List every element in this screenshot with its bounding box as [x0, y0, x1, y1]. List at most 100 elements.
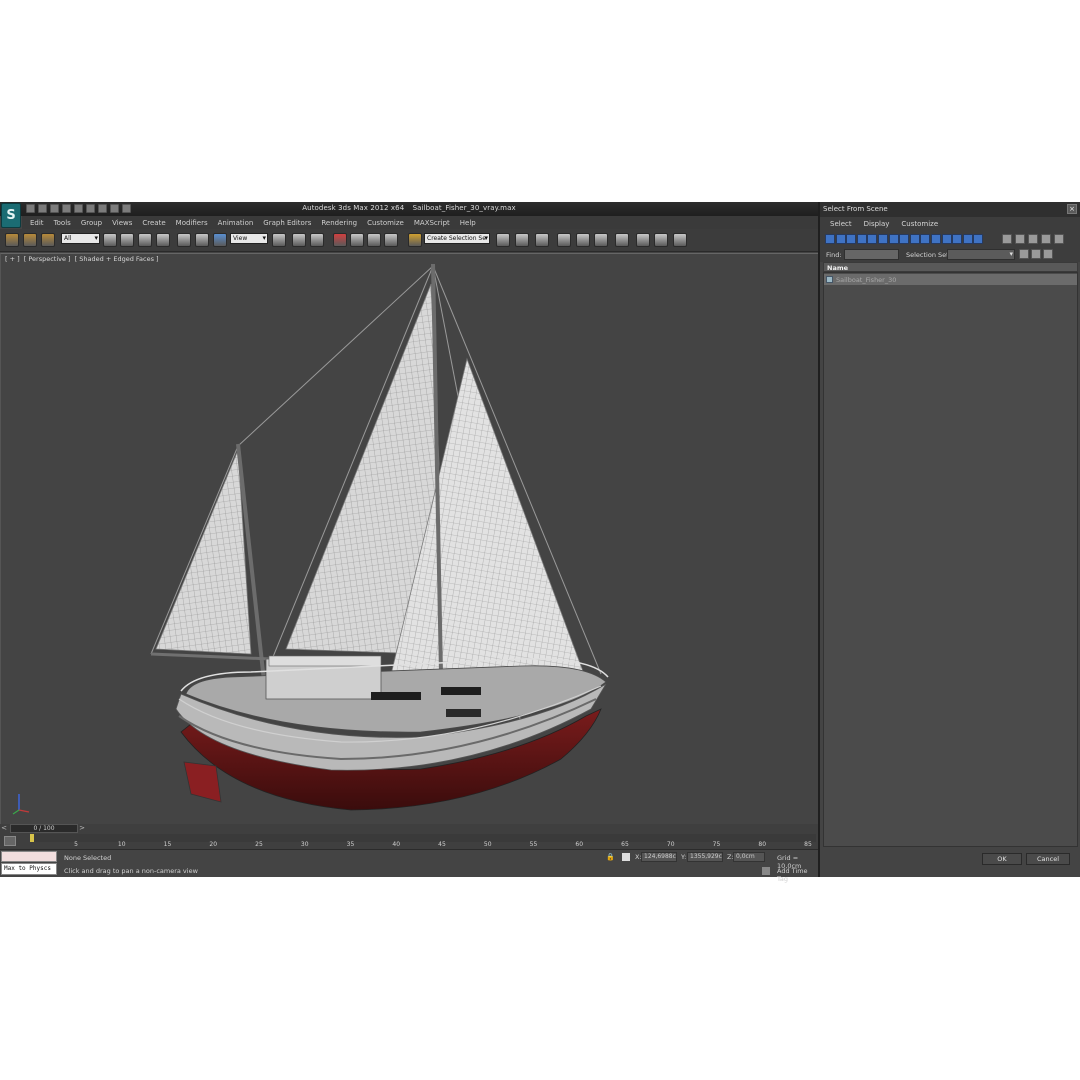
- menu-help[interactable]: Help: [460, 219, 476, 227]
- percent-snap-icon[interactable]: [367, 233, 381, 247]
- angle-snap-icon[interactable]: [350, 233, 364, 247]
- display-lights-icon[interactable]: [846, 234, 857, 244]
- time-slider[interactable]: 0 / 100: [10, 824, 78, 833]
- rendered-frame-window-icon[interactable]: [654, 233, 668, 247]
- filter-options-icon[interactable]: [1054, 234, 1064, 244]
- z-coord-field[interactable]: 0,0cm: [733, 852, 765, 862]
- list-header[interactable]: Name: [823, 262, 1078, 272]
- named-selection-set-dropdown[interactable]: Create Selection Se: [424, 233, 490, 244]
- select-manipulate-icon[interactable]: [292, 233, 306, 247]
- sailboat-model[interactable]: [1, 254, 818, 824]
- selection-filter-dropdown[interactable]: All: [61, 233, 100, 244]
- select-all-icon[interactable]: [1002, 234, 1012, 244]
- y-coord-field[interactable]: 1355,929c: [687, 852, 723, 862]
- unlink-icon[interactable]: [23, 233, 37, 247]
- edit-named-selection-icon[interactable]: [408, 233, 422, 247]
- window-crossing-icon[interactable]: [156, 233, 170, 247]
- display-cameras-icon[interactable]: [856, 234, 867, 244]
- selection-lock-icon[interactable]: 🔒: [606, 853, 615, 861]
- select-none-icon[interactable]: [1015, 234, 1025, 244]
- menu-group[interactable]: Group: [81, 219, 102, 227]
- menu-create[interactable]: Create: [142, 219, 165, 227]
- display-all-icon[interactable]: [952, 234, 963, 244]
- align-icon[interactable]: [515, 233, 529, 247]
- spinner-snap-icon[interactable]: [384, 233, 398, 247]
- display-helpers-icon[interactable]: [867, 234, 878, 244]
- select-and-scale-icon[interactable]: [213, 233, 227, 247]
- time-tag-icon[interactable]: [762, 867, 770, 875]
- display-containers-icon[interactable]: [920, 234, 931, 244]
- column-header-name[interactable]: Name: [827, 264, 848, 272]
- display-space-warps-icon[interactable]: [878, 234, 888, 244]
- maxscript-listener-output[interactable]: [1, 851, 57, 862]
- select-and-rotate-icon[interactable]: [195, 233, 209, 247]
- menu-tools[interactable]: Tools: [54, 219, 71, 227]
- close-icon[interactable]: ×: [1067, 204, 1077, 214]
- add-time-tag-button[interactable]: Add Time Tag: [777, 867, 818, 883]
- bind-space-warp-icon[interactable]: [41, 233, 55, 247]
- selection-set-add-icon[interactable]: [1019, 249, 1029, 259]
- application-button-icon[interactable]: S: [1, 203, 21, 228]
- x-coord-field[interactable]: 124,6988c: [641, 852, 677, 862]
- menu-animation[interactable]: Animation: [218, 219, 254, 227]
- menu-views[interactable]: Views: [112, 219, 132, 227]
- select-and-move-icon[interactable]: [177, 233, 191, 247]
- display-bones-icon[interactable]: [909, 234, 920, 244]
- object-list[interactable]: Sailboat_Fisher_30: [823, 272, 1078, 847]
- render-setup-icon[interactable]: [636, 233, 650, 247]
- menu-maxscript[interactable]: MAXScript: [414, 219, 450, 227]
- display-xrefs-icon[interactable]: [899, 234, 910, 244]
- display-frozen-icon[interactable]: [931, 234, 941, 244]
- curve-editor-icon[interactable]: [576, 233, 590, 247]
- viewport-pov-label[interactable]: [ Perspective ]: [24, 255, 71, 263]
- display-none-icon[interactable]: [962, 234, 973, 244]
- selection-set-remove-icon[interactable]: [1031, 249, 1041, 259]
- selection-set-dropdown[interactable]: [947, 249, 1015, 260]
- perspective-viewport[interactable]: [ + ] [ Perspective ] [ Shaded + Edged F…: [0, 253, 818, 824]
- selection-set-options-icon[interactable]: [1043, 249, 1053, 259]
- display-shapes-icon[interactable]: [835, 234, 846, 244]
- mirror-icon[interactable]: [496, 233, 510, 247]
- schematic-view-icon[interactable]: [594, 233, 608, 247]
- invert-display-icon[interactable]: [973, 234, 984, 244]
- select-and-link-icon[interactable]: [5, 233, 19, 247]
- keyboard-shortcut-override-icon[interactable]: [310, 233, 324, 247]
- time-slider-next-button[interactable]: >: [78, 824, 86, 833]
- select-invert-icon[interactable]: [1028, 234, 1038, 244]
- menu-modifiers[interactable]: Modifiers: [176, 219, 208, 227]
- track-bar[interactable]: 5 10 15 20 25 30 35 40 45 50 55 60 65 70 75 80 85: [30, 834, 816, 849]
- filter-icon[interactable]: [1041, 234, 1051, 244]
- time-slider-prev-button[interactable]: <: [0, 824, 8, 833]
- display-groups-icon[interactable]: [888, 234, 899, 244]
- dialog-menu-customize[interactable]: Customize: [901, 220, 938, 228]
- graphite-modeling-icon[interactable]: [557, 233, 571, 247]
- maxscript-mini-listener-input[interactable]: Max to Physcs: [1, 863, 57, 875]
- dialog-menu-display[interactable]: Display: [864, 220, 890, 228]
- menu-graph-editors[interactable]: Graph Editors: [263, 219, 311, 227]
- select-by-name-icon[interactable]: [120, 233, 134, 247]
- dialog-menu-select[interactable]: Select: [830, 220, 852, 228]
- viewport-label[interactable]: [ + ] [ Perspective ] [ Shaded + Edged F…: [5, 255, 161, 263]
- viewport-menu-label[interactable]: [ + ]: [5, 255, 20, 263]
- display-geometry-icon[interactable]: [825, 234, 835, 244]
- list-item[interactable]: Sailboat_Fisher_30: [824, 274, 1077, 285]
- ok-button[interactable]: OK: [982, 853, 1022, 865]
- menu-rendering[interactable]: Rendering: [321, 219, 357, 227]
- use-pivot-center-icon[interactable]: [272, 233, 286, 247]
- product-title: Autodesk 3ds Max 2012 x64: [302, 204, 405, 212]
- material-editor-icon[interactable]: [615, 233, 629, 247]
- menu-edit[interactable]: Edit: [30, 219, 44, 227]
- snaps-toggle-icon[interactable]: [333, 233, 347, 247]
- rectangular-selection-icon[interactable]: [138, 233, 152, 247]
- absolute-mode-transform-icon[interactable]: [622, 853, 630, 861]
- menu-customize[interactable]: Customize: [367, 219, 404, 227]
- track-view-toggle-icon[interactable]: [4, 836, 16, 846]
- layer-manager-icon[interactable]: [535, 233, 549, 247]
- viewport-shading-label[interactable]: [ Shaded + Edged Faces ]: [75, 255, 159, 263]
- select-object-icon[interactable]: [103, 233, 117, 247]
- reference-coordinate-dropdown[interactable]: View: [230, 233, 268, 244]
- find-input[interactable]: [844, 249, 899, 260]
- display-hidden-icon[interactable]: [941, 234, 952, 244]
- render-production-icon[interactable]: [673, 233, 687, 247]
- cancel-button[interactable]: Cancel: [1026, 853, 1070, 865]
